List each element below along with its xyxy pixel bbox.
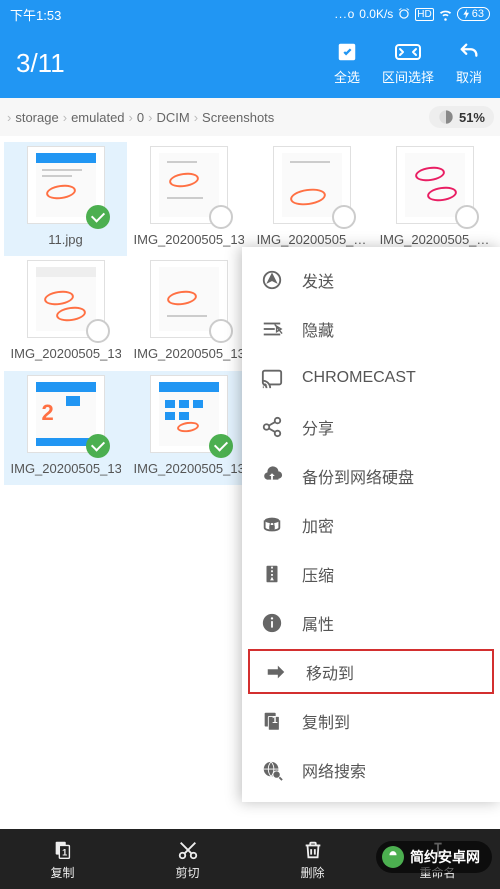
toolbar-cut-button[interactable]: 剪切 — [125, 829, 250, 889]
file-name: IMG_20200505_133533.j — [11, 461, 121, 477]
range-icon — [393, 41, 423, 63]
status-bar: 下午1:53 ...o 0.0K/s HD 63 — [0, 0, 500, 28]
watermark-text: 简约安卓网 — [410, 847, 480, 867]
app-bar: 3/11 全选 区间选择 取消 — [0, 28, 500, 98]
menu-item-encrypt[interactable]: 加密 — [242, 500, 500, 549]
file-item[interactable]: IMG_20200505_130345.j — [127, 142, 250, 256]
file-name: IMG_20200505_… — [380, 232, 490, 248]
info-icon — [260, 611, 284, 635]
scissors-icon — [176, 838, 200, 862]
checkbox-checked-icon — [332, 41, 362, 63]
undo-icon — [454, 41, 484, 63]
file-item[interactable]: IMG_20200505_135159.j — [127, 371, 250, 485]
lightning-icon — [463, 9, 470, 19]
hide-icon — [260, 317, 284, 341]
status-time: 下午1:53 — [10, 5, 61, 24]
check-on-icon — [209, 434, 233, 458]
menu-item-hide[interactable]: 隐藏 — [242, 304, 500, 353]
file-name: IMG_20200505_135159.j — [134, 461, 244, 477]
file-item[interactable]: 11.jpg — [4, 142, 127, 256]
file-name: IMG_20200505_130536.j — [134, 346, 244, 362]
zip-icon — [260, 562, 284, 586]
breadcrumb-item[interactable]: emulated — [68, 110, 127, 125]
breadcrumb[interactable]: › storage › emulated › 0 › DCIM › Screen… — [0, 98, 500, 136]
context-menu: 发送 隐藏 CHROMECAST 分享 备份到网络硬盘 加密 压缩 属性 移动到… — [242, 247, 500, 802]
file-name: 11.jpg — [11, 232, 121, 248]
breadcrumb-item[interactable]: Screenshots — [199, 110, 277, 125]
svg-text:1: 1 — [272, 714, 278, 725]
breadcrumb-item[interactable]: 0 — [134, 110, 147, 125]
copy-icon: 1 — [51, 838, 75, 862]
alarm-icon — [397, 7, 411, 21]
cast-icon — [260, 366, 284, 390]
menu-item-properties[interactable]: 属性 — [242, 598, 500, 647]
globe-search-icon — [260, 758, 284, 782]
breadcrumb-item[interactable]: storage — [12, 110, 61, 125]
status-right: ...o 0.0K/s HD 63 — [335, 7, 490, 22]
file-name: IMG_20200505_… — [257, 232, 367, 248]
menu-item-send[interactable]: 发送 — [242, 255, 500, 304]
file-item[interactable]: IMG_20200505_… — [250, 142, 373, 256]
menu-item-move-to[interactable]: 移动到 — [246, 647, 496, 696]
select-all-button[interactable]: 全选 — [332, 41, 362, 86]
android-icon — [386, 850, 400, 864]
copy-icon: 1 — [260, 709, 284, 733]
check-on-icon — [86, 434, 110, 458]
menu-item-copy-to[interactable]: 1 复制到 — [242, 696, 500, 745]
watermark: 简约安卓网 — [376, 841, 492, 873]
menu-item-chromecast[interactable]: CHROMECAST — [242, 353, 500, 402]
check-off-icon — [455, 205, 479, 229]
lock-icon — [260, 513, 284, 537]
share-icon — [260, 415, 284, 439]
menu-item-backup[interactable]: 备份到网络硬盘 — [242, 451, 500, 500]
storage-percent[interactable]: 51% — [429, 106, 494, 128]
breadcrumb-item[interactable]: DCIM — [153, 110, 192, 125]
send-icon — [260, 268, 284, 292]
file-name: IMG_20200505_130345.j — [134, 232, 244, 248]
toolbar-copy-button[interactable]: 1 复制 — [0, 829, 125, 889]
toolbar-delete-button[interactable]: 删除 — [250, 829, 375, 889]
check-off-icon — [209, 205, 233, 229]
menu-item-compress[interactable]: 压缩 — [242, 549, 500, 598]
check-off-icon — [209, 319, 233, 343]
selection-count: 3/11 — [16, 48, 332, 79]
menu-item-share[interactable]: 分享 — [242, 402, 500, 451]
move-icon — [264, 660, 288, 684]
file-name: IMG_20200505_130507.j — [11, 346, 121, 362]
svg-text:1: 1 — [62, 847, 67, 857]
status-battery: 63 — [472, 8, 484, 20]
file-item[interactable]: IMG_20200505_130536.j — [127, 256, 250, 370]
trash-icon — [301, 838, 325, 862]
status-speed: 0.0K/s — [359, 7, 393, 21]
cloud-upload-icon — [260, 464, 284, 488]
menu-item-web-search[interactable]: 网络搜索 — [242, 745, 500, 794]
check-off-icon — [86, 319, 110, 343]
range-select-button[interactable]: 区间选择 — [382, 41, 434, 86]
cancel-button[interactable]: 取消 — [454, 41, 484, 86]
wifi-icon — [438, 7, 453, 22]
file-item[interactable]: 2 IMG_20200505_133533.j — [4, 371, 127, 485]
pie-icon — [438, 109, 454, 125]
check-on-icon — [86, 205, 110, 229]
check-off-icon — [332, 205, 356, 229]
file-item[interactable]: IMG_20200505_130507.j — [4, 256, 127, 370]
file-item[interactable]: IMG_20200505_… — [373, 142, 496, 256]
